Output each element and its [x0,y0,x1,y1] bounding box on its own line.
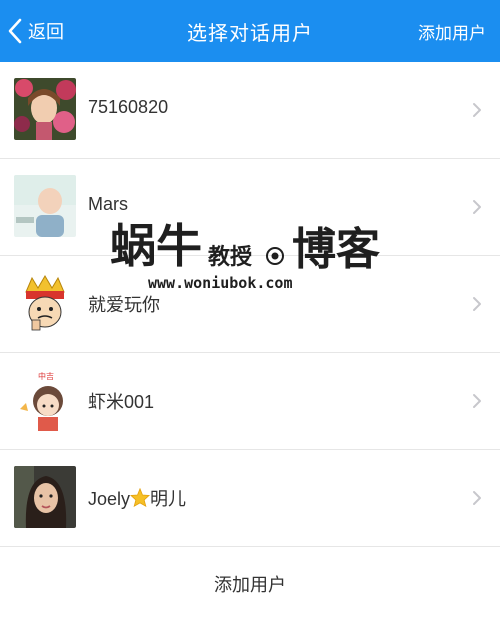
cartoon-king-avatar [14,272,76,334]
footer: 添加用户 [0,548,500,617]
user-name: 就爱玩你 [88,295,160,315]
back-label: 返回 [28,22,64,43]
girl-with-flowers-avatar [14,78,76,140]
cartoon-girl-avatar: 中吉 [14,369,76,431]
app-header: 返回 选择对话用户 添加用户 [0,0,500,62]
user-name: Mars [88,194,128,214]
user-name: Joely 明儿 [88,485,186,511]
chevron-right-icon [472,199,482,215]
list-item-user[interactable]: 就爱玩你 [0,256,500,353]
chevron-right-icon [472,102,482,118]
chevron-right-icon [472,296,482,312]
back-button[interactable]: 返回 [4,13,64,49]
add-user-button[interactable]: 添加用户 [214,571,286,597]
user-name-suffix: 明儿 [150,489,187,509]
list-item-user[interactable]: 中吉 虾米001 [0,353,500,450]
avatar-caption: 中吉 [38,371,54,381]
woman-photo-avatar [14,466,76,528]
chevron-left-icon [8,18,22,44]
list-item-user[interactable]: Joely 明儿 [0,450,500,547]
list-item-user[interactable]: 75160820 [0,62,500,159]
chevron-right-icon [472,490,482,506]
user-name: 虾米001 [88,392,155,412]
user-name-prefix: Joely [88,489,131,509]
list-item-user[interactable]: Mars [0,159,500,256]
add-user-header-button[interactable]: 添加用户 [418,19,486,44]
user-list: 75160820 Mars 就爱玩你 中吉 虾米001 Joely 明儿 [0,62,500,547]
baby-photo-avatar [14,175,76,237]
star-emoji-icon [130,488,151,507]
chevron-right-icon [472,393,482,409]
user-name: 75160820 [88,97,169,117]
